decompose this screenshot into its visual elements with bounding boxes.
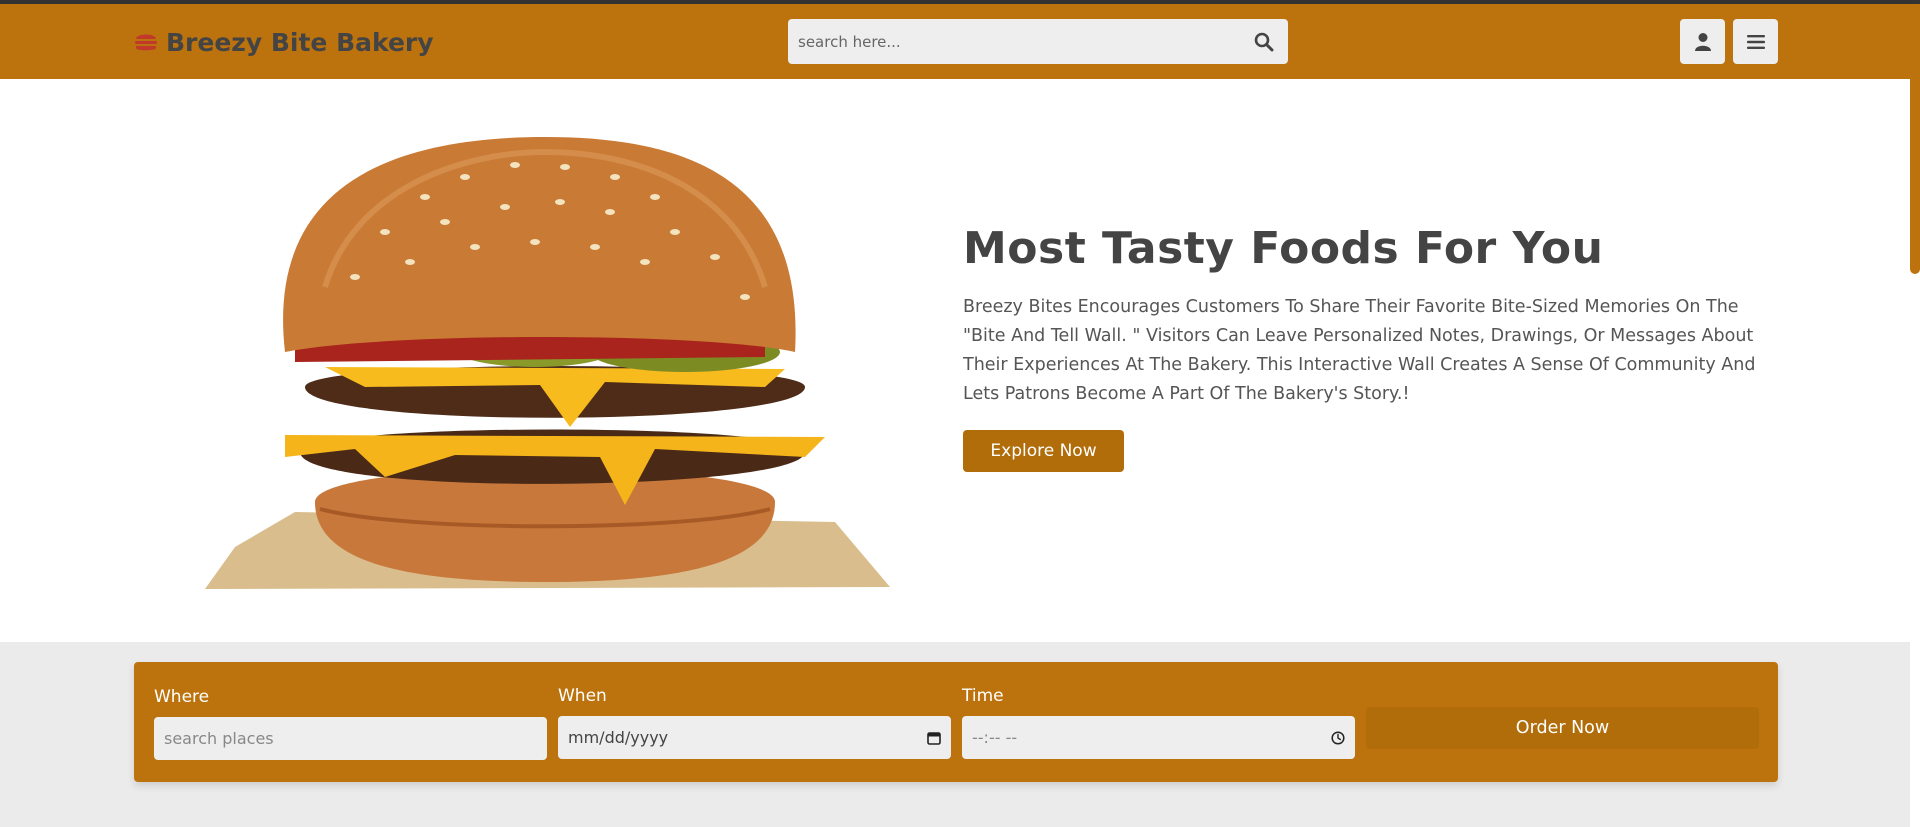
where-field: Where search places (154, 685, 547, 760)
time-field: Time --:-- -- (962, 684, 1355, 759)
hamburger-icon (135, 34, 157, 51)
site-header: Breezy Bite Bakery (0, 4, 1910, 79)
time-input[interactable]: --:-- -- (962, 716, 1355, 759)
user-button[interactable] (1680, 19, 1725, 64)
where-label: Where (154, 687, 210, 707)
order-now-button[interactable]: Order Now (1366, 707, 1759, 749)
search-icon[interactable] (1240, 19, 1288, 64)
menu-icon (1746, 34, 1765, 49)
search-bar (788, 19, 1288, 64)
explore-now-button[interactable]: Explore Now (963, 430, 1124, 472)
clock-icon[interactable] (1331, 730, 1345, 745)
burger-image (205, 137, 890, 589)
scrollbar-thumb[interactable] (1910, 4, 1920, 274)
menu-button[interactable] (1733, 19, 1778, 64)
date-input[interactable]: mm/dd/yyyy (558, 716, 951, 759)
order-form: Where search places When mm/dd/yyyy Time… (134, 662, 1778, 782)
where-placeholder: search places (164, 729, 274, 748)
when-field: When mm/dd/yyyy (558, 684, 951, 759)
calendar-icon[interactable] (927, 731, 941, 745)
when-label: When (558, 686, 607, 706)
user-icon (1694, 32, 1711, 51)
hero-title: Most Tasty Foods For You (963, 223, 1604, 274)
logo-link[interactable]: Breezy Bite Bakery (134, 24, 434, 60)
search-input[interactable] (788, 19, 1240, 64)
where-input[interactable]: search places (154, 717, 547, 760)
date-placeholder: mm/dd/yyyy (568, 728, 669, 747)
time-label: Time (962, 686, 1004, 706)
hero-description: Breezy Bites Encourages Customers To Sha… (963, 297, 1756, 404)
logo-text: Breezy Bite Bakery (166, 27, 434, 57)
time-placeholder: --:-- -- (972, 728, 1018, 747)
